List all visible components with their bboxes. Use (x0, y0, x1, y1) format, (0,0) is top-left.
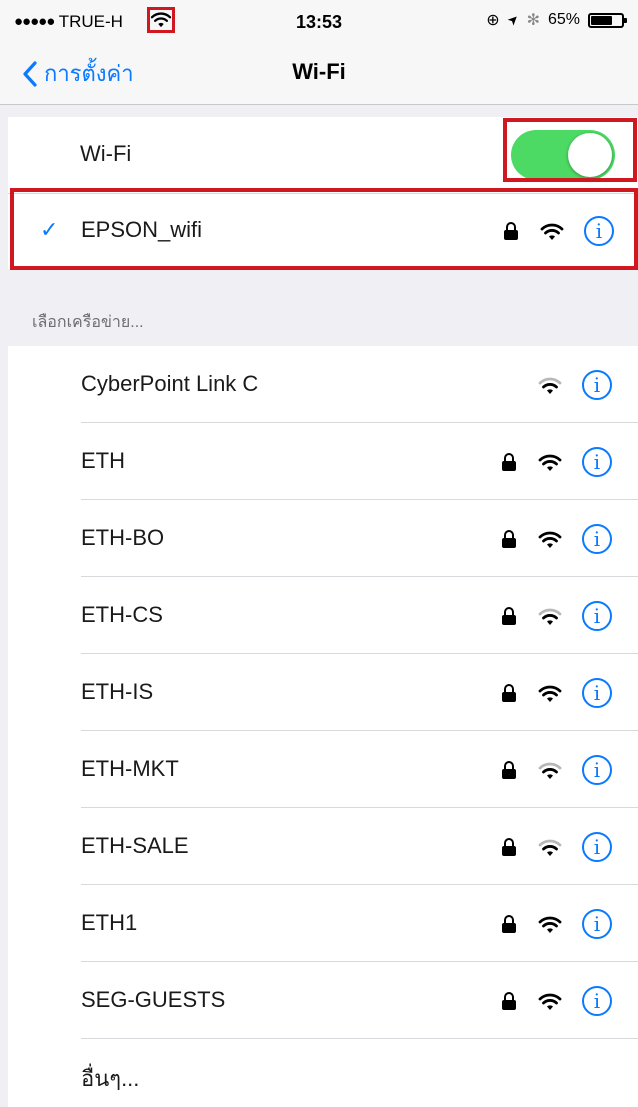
network-name: ETH1 (81, 910, 138, 935)
info-icon[interactable]: i (582, 986, 612, 1016)
lock-icon (502, 453, 516, 471)
connected-network-highlight-box (10, 188, 638, 270)
network-row[interactable]: ETH-SALE i (8, 808, 638, 885)
top-bar: ●●●●● TRUE-H 13:53 ⊕ ➤ ✻ 65% การตั้งค่า … (0, 0, 638, 105)
other-network-row[interactable]: อื่นๆ... (8, 1039, 638, 1107)
other-network-label: อื่นๆ... (81, 1066, 140, 1091)
bluetooth-icon: ✻ (526, 12, 540, 29)
navigation-bar: การตั้งค่า Wi-Fi (0, 46, 638, 104)
location-icon: ➤ (503, 10, 522, 29)
info-icon[interactable]: i (582, 370, 612, 400)
network-status-icons: i (502, 678, 612, 708)
network-name: ETH-MKT (81, 756, 179, 781)
network-row[interactable]: ETH i (8, 423, 638, 500)
network-row[interactable]: ETH-IS i (8, 654, 638, 731)
lock-icon (502, 530, 516, 548)
network-name: ETH-SALE (81, 833, 189, 858)
wifi-signal-icon (538, 454, 562, 471)
lock-icon (502, 761, 516, 779)
network-name: ETH (81, 448, 125, 473)
page-title: Wi-Fi (292, 59, 346, 84)
wifi-signal-icon (538, 916, 562, 933)
wifi-signal-icon (538, 839, 562, 856)
networks-section-header: เลือกเครือข่าย... (32, 314, 144, 331)
status-right-icons: ⊕ ➤ ✻ 65% (486, 10, 627, 30)
rotation-lock-icon: ⊕ (486, 12, 500, 29)
network-name: CyberPoint Link C (81, 371, 259, 396)
network-status-icons: i (502, 755, 612, 785)
lock-icon (502, 838, 516, 856)
wifi-signal-icon (538, 993, 562, 1010)
info-icon[interactable]: i (582, 755, 612, 785)
wifi-signal-icon (538, 685, 562, 702)
network-name: ETH-CS (81, 602, 163, 627)
info-icon[interactable]: i (582, 447, 612, 477)
info-icon[interactable]: i (582, 524, 612, 554)
toggle-highlight-box (503, 118, 637, 182)
network-status-icons: i (502, 524, 612, 554)
wifi-signal-icon (538, 531, 562, 548)
wifi-toggle-label: Wi-Fi (80, 141, 132, 166)
network-row[interactable]: ETH-BO i (8, 500, 638, 577)
network-name: ETH-BO (81, 525, 165, 550)
info-icon[interactable]: i (582, 601, 612, 631)
network-row[interactable]: ETH1 i (8, 885, 638, 962)
battery-percent: 65% (547, 11, 580, 28)
network-status-icons: i (502, 601, 612, 631)
lock-icon (502, 607, 516, 625)
network-status-icons: i (502, 909, 612, 939)
lock-icon (502, 915, 516, 933)
wifi-signal-icon (538, 608, 562, 625)
info-icon[interactable]: i (582, 678, 612, 708)
network-name: ETH-IS (81, 679, 154, 704)
lock-icon (502, 992, 516, 1010)
info-icon[interactable]: i (582, 832, 612, 862)
network-row[interactable]: ETH-CS i (8, 577, 638, 654)
lock-icon (502, 684, 516, 702)
networks-list: CyberPoint Link C i ETH i ETH-BO i ETH-C… (8, 346, 638, 1107)
network-status-icons: i (502, 447, 612, 477)
network-status-icons: i (502, 986, 612, 1016)
wifi-signal-icon (538, 762, 562, 779)
wifi-signal-icon (538, 377, 562, 394)
network-row[interactable]: SEG-GUESTS i (8, 962, 638, 1039)
battery-icon (588, 12, 627, 28)
network-name: SEG-GUESTS (81, 987, 226, 1012)
network-status-icons: i (502, 832, 612, 862)
status-bar: ●●●●● TRUE-H 13:53 ⊕ ➤ ✻ 65% (0, 0, 638, 46)
info-icon[interactable]: i (582, 909, 612, 939)
network-row[interactable]: ETH-MKT i (8, 731, 638, 808)
network-status-icons: i (502, 370, 612, 400)
network-row[interactable]: CyberPoint Link C i (8, 346, 638, 423)
